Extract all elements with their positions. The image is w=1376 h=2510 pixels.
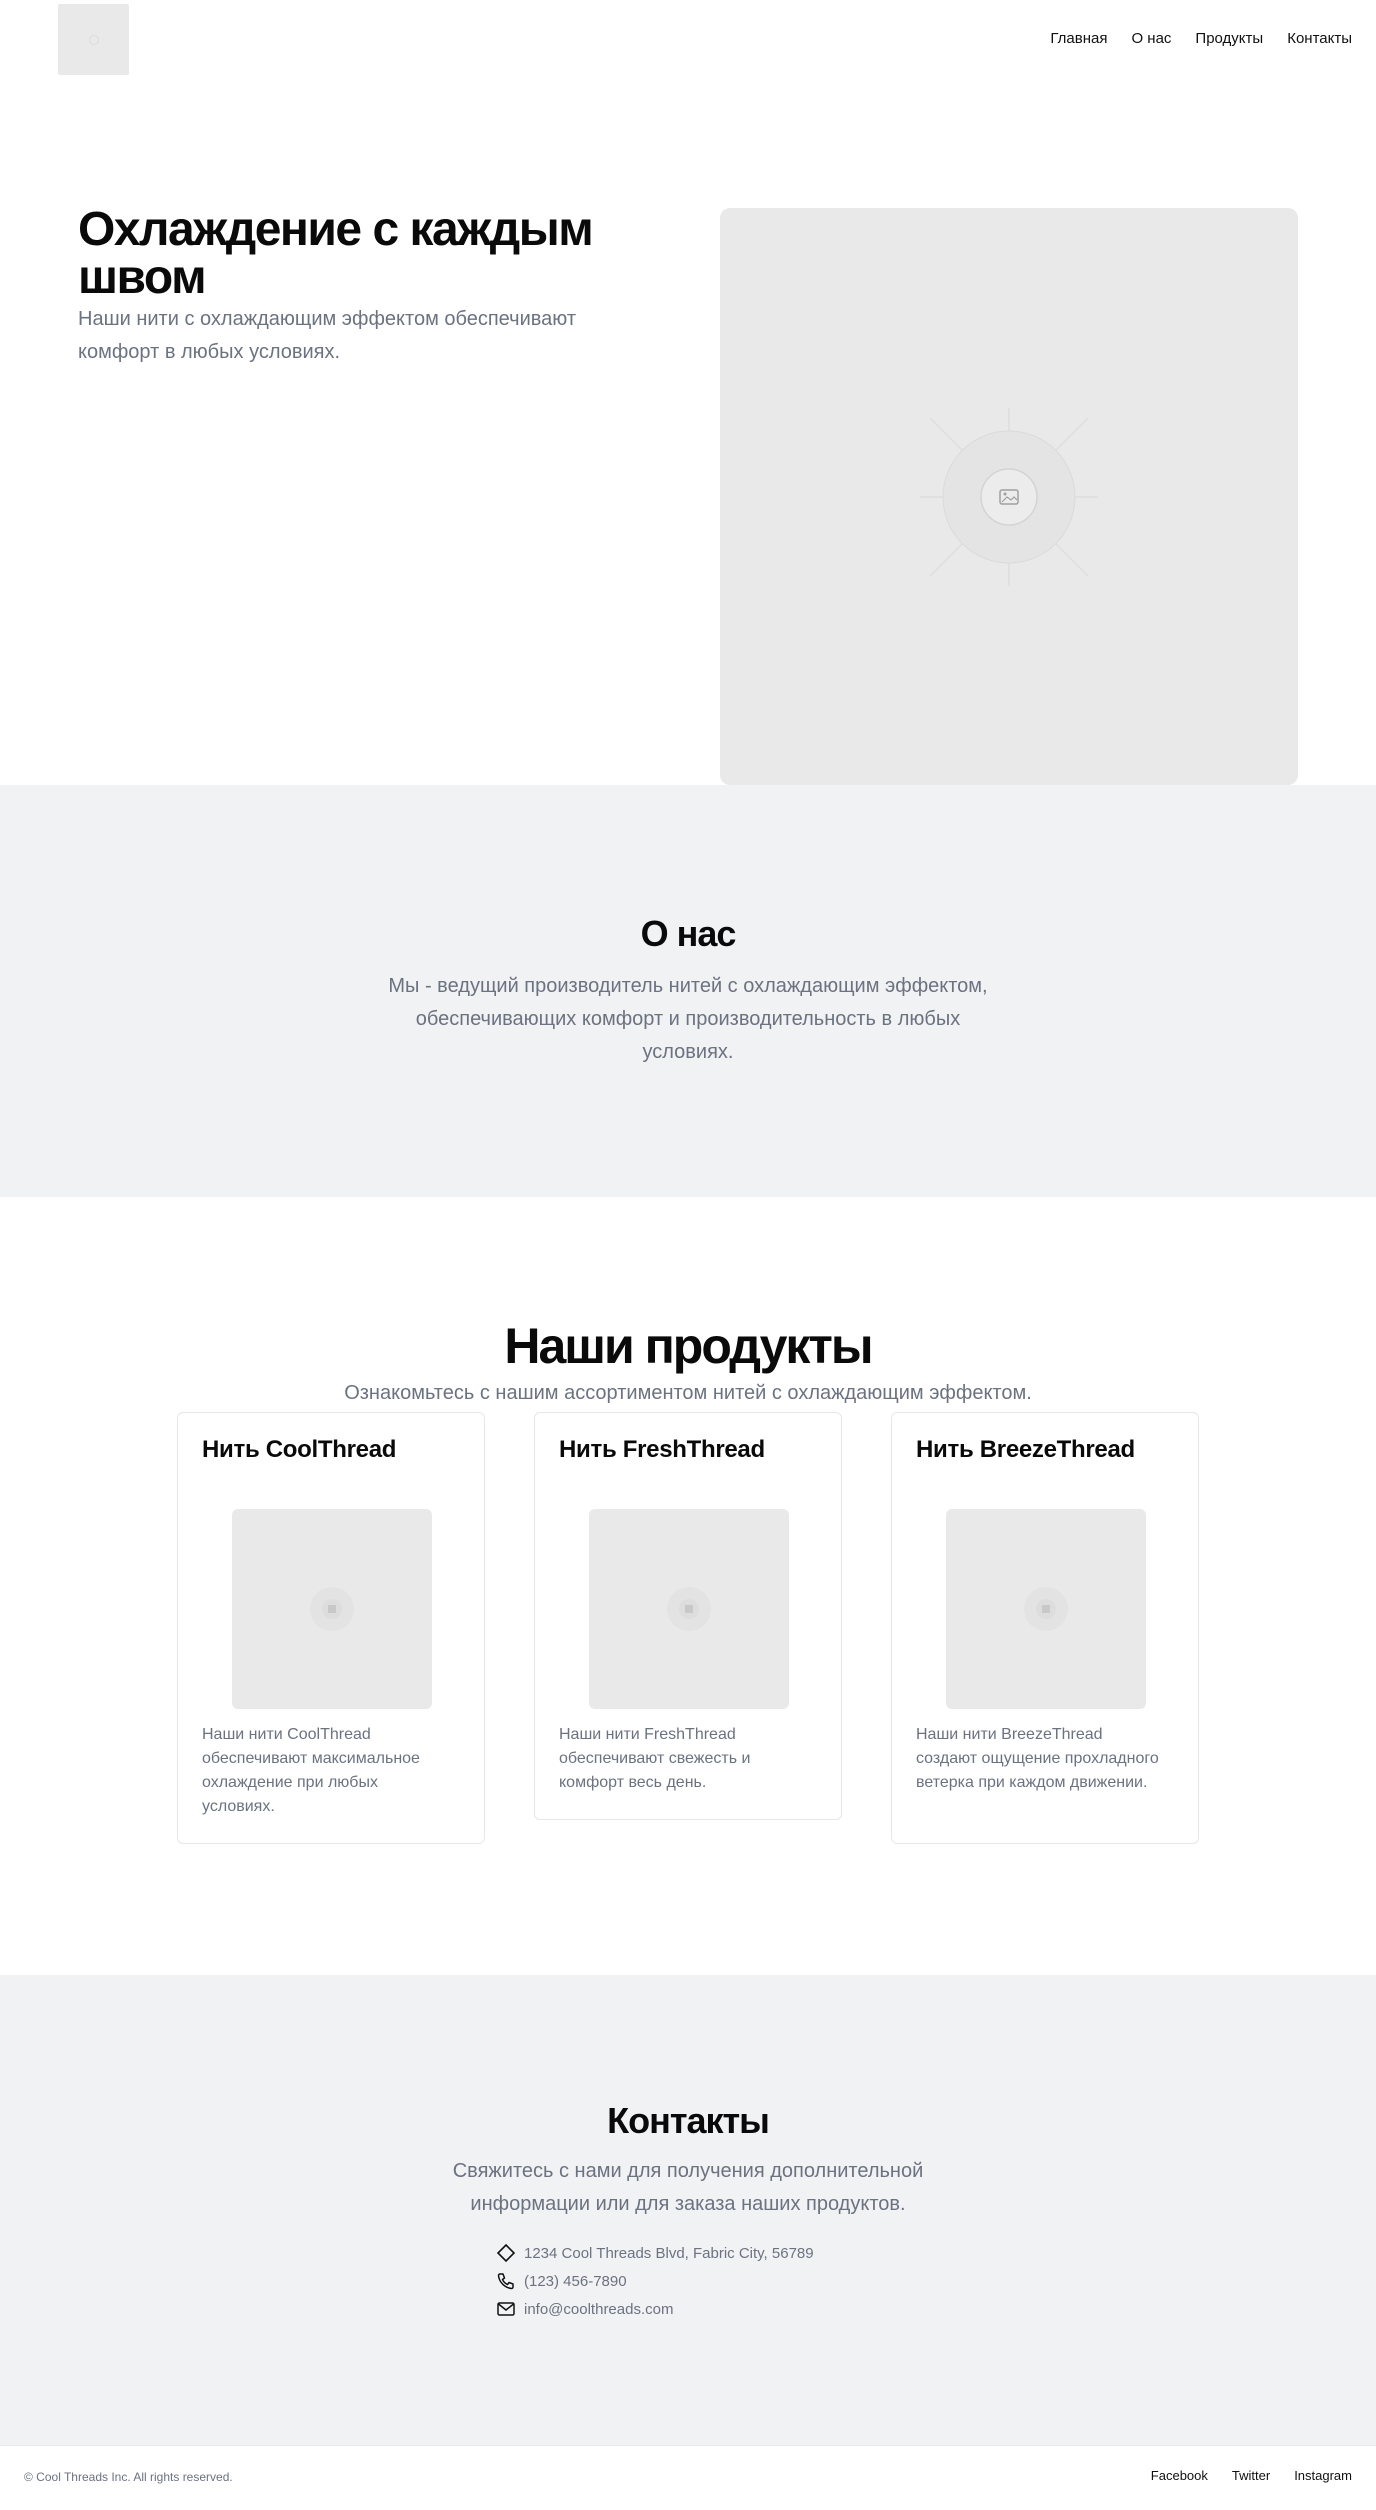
contacts-section: Контакты Свяжитесь с нами для получения …	[0, 1975, 1376, 2445]
nav-link-products[interactable]: Продукты	[1195, 28, 1263, 50]
product-card-title: Нить CoolThread	[202, 1436, 397, 1463]
image-placeholder-icon	[920, 408, 1098, 586]
nav-link-home[interactable]: Главная	[1050, 28, 1107, 50]
site-header: Главная О нас Продукты Контакты	[0, 0, 1376, 80]
products-section: Наши продукты Ознакомьтесь с нашим ассор…	[0, 1197, 1376, 1975]
logo[interactable]	[58, 4, 129, 75]
contacts-title: Контакты	[607, 2100, 770, 2141]
about-text: Мы - ведущий производитель нитей с охлаж…	[388, 975, 988, 1063]
product-image	[232, 1509, 432, 1709]
product-card-text: Наши нити BreezeThread создают ощущение …	[916, 1726, 1159, 1791]
footer-links: Facebook Twitter Instagram	[1151, 2468, 1352, 2483]
product-card-freshthread[interactable]: Нить FreshThread Наши нити FreshThread о…	[534, 1412, 842, 1820]
product-card-title: Нить BreezeThread	[916, 1436, 1135, 1463]
main-nav: Главная О нас Продукты Контакты	[1050, 28, 1352, 50]
about-section: О нас Мы - ведущий производитель нитей с…	[0, 785, 1376, 1197]
contact-phone[interactable]: (123) 456-7890	[496, 2267, 814, 2295]
contact-phone-text[interactable]: (123) 456-7890	[524, 2273, 627, 2290]
products-subtitle: Ознакомьтесь с нашим ассортиментом нитей…	[344, 1382, 1032, 1404]
product-card-title: Нить FreshThread	[559, 1436, 765, 1463]
location-diamond-icon	[496, 2243, 516, 2263]
footer-link-twitter[interactable]: Twitter	[1232, 2468, 1270, 2483]
about-title: О нас	[640, 913, 737, 954]
contact-address-text: 1234 Cool Threads Blvd, Fabric City, 567…	[524, 2244, 814, 2262]
image-placeholder-icon	[1024, 1587, 1068, 1631]
product-image	[589, 1509, 789, 1709]
logo-placeholder-icon	[88, 34, 99, 45]
product-image	[946, 1509, 1146, 1709]
site-footer: © Cool Threads Inc. All rights reserved.…	[0, 2445, 1376, 2510]
product-card-text: Наши нити CoolThread обеспечивают максим…	[202, 1726, 420, 1815]
image-placeholder-icon	[667, 1587, 711, 1631]
product-card-coolthread[interactable]: Нить CoolThread Наши нити CoolThread обе…	[177, 1412, 485, 1844]
nav-link-about[interactable]: О нас	[1131, 28, 1171, 50]
contact-address: 1234 Cool Threads Blvd, Fabric City, 567…	[496, 2239, 814, 2267]
product-card-breezethread[interactable]: Нить BreezeThread Наши нити BreezeThread…	[891, 1412, 1199, 1844]
mail-icon	[497, 2302, 515, 2316]
image-placeholder-icon	[310, 1587, 354, 1631]
copyright-text: © Cool Threads Inc. All rights reserved.	[24, 2470, 233, 2484]
product-card-text: Наши нити FreshThread обеспечивают свеже…	[559, 1726, 751, 1791]
phone-icon	[497, 2273, 514, 2290]
footer-link-facebook[interactable]: Facebook	[1151, 2468, 1208, 2483]
footer-link-instagram[interactable]: Instagram	[1294, 2468, 1352, 2483]
hero-title: Охлаждение с каждым швом	[78, 203, 594, 304]
contacts-text: Свяжитесь с нами для получения дополните…	[452, 2160, 924, 2215]
contact-email[interactable]: info@coolthreads.com	[496, 2295, 814, 2323]
contact-list: 1234 Cool Threads Blvd, Fabric City, 567…	[496, 2239, 814, 2323]
hero-subtitle: Наши нити с охлаждающим эффектом обеспеч…	[78, 308, 576, 363]
hero-section: Охлаждение с каждым швом Наши нити с охл…	[0, 80, 1376, 785]
products-title: Наши продукты	[504, 1318, 873, 1374]
hero-image	[720, 208, 1298, 785]
nav-link-contacts[interactable]: Контакты	[1287, 28, 1352, 50]
contact-email-text[interactable]: info@coolthreads.com	[524, 2301, 673, 2318]
